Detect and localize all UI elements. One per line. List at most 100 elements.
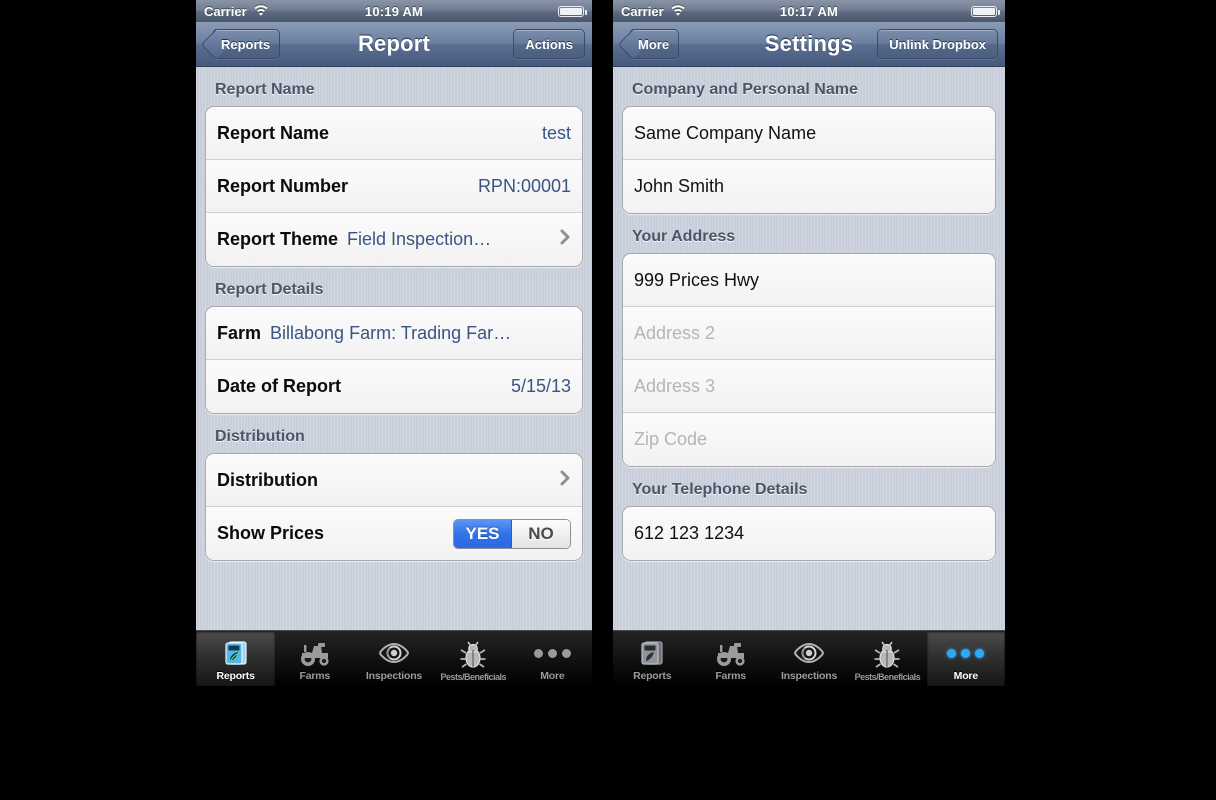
- table-row[interactable]: Address 2: [623, 307, 995, 360]
- tab-label: More: [953, 670, 978, 682]
- tab-reports[interactable]: Reports: [196, 631, 276, 686]
- table-row[interactable]: Farm Billabong Farm: Trading Far…: [206, 307, 582, 360]
- tab-farms[interactable]: Farms: [691, 631, 769, 686]
- table-row[interactable]: Date of Report 5/15/13: [206, 360, 582, 413]
- tab-pests-beneficials[interactable]: Pests/Beneficials: [848, 631, 926, 686]
- tab-more[interactable]: More: [926, 631, 1005, 686]
- nav-bar: Reports Report Actions: [196, 22, 592, 67]
- table-row[interactable]: John Smith: [623, 160, 995, 213]
- tab-farms[interactable]: Farms: [275, 631, 354, 686]
- tab-label: Reports: [216, 670, 255, 682]
- tractor-icon: [298, 638, 332, 668]
- text-field-placeholder[interactable]: Address 2: [634, 323, 715, 344]
- nav-action-label: Unlink Dropbox: [889, 36, 986, 52]
- table-row[interactable]: Report Number RPN:00001: [206, 160, 582, 213]
- table-row[interactable]: Distribution: [206, 454, 582, 507]
- tab-label: Inspections: [365, 670, 423, 682]
- tab-label: Reports: [633, 670, 672, 682]
- three-dots-icon: [533, 638, 571, 668]
- tab-label: Farms: [299, 670, 331, 682]
- table-row[interactable]: 999 Prices Hwy: [623, 254, 995, 307]
- text-field-placeholder[interactable]: Zip Code: [634, 429, 707, 450]
- nav-back-button[interactable]: More: [630, 29, 680, 59]
- table-group: Same Company Name John Smith: [622, 106, 996, 214]
- table-row[interactable]: Zip Code: [623, 413, 995, 466]
- table-group: Farm Billabong Farm: Trading Far… Date of …: [205, 306, 583, 414]
- tab-label: More: [540, 670, 565, 682]
- text-field-value[interactable]: 999 Prices Hwy: [634, 270, 759, 291]
- table-group: 999 Prices Hwy Address 2 Address 3 Zip Code: [622, 253, 996, 467]
- table-row[interactable]: 612 123 1234: [623, 507, 995, 560]
- chevron-right-icon: [560, 470, 571, 491]
- tab-pests-beneficials[interactable]: Pests/Beneficials: [434, 631, 513, 686]
- section-header: Company and Personal Name: [632, 81, 858, 98]
- row-label: Farm: [217, 322, 262, 343]
- tab-inspections[interactable]: Inspections: [354, 631, 433, 686]
- status-bar-right: [971, 5, 1000, 17]
- table-group: 612 123 1234: [622, 506, 996, 561]
- table-group: Report Name test Report Number RPN:00001 Rep…: [205, 106, 583, 267]
- table-row[interactable]: Same Company Name: [623, 107, 995, 160]
- table-row[interactable]: Report Theme Field Inspection…: [206, 213, 582, 266]
- section-header: Report Details: [215, 281, 324, 298]
- tab-more[interactable]: More: [513, 631, 592, 686]
- eye-icon: [377, 638, 411, 668]
- tab-reports[interactable]: Reports: [613, 631, 691, 686]
- row-value: 5/15/13: [510, 376, 571, 396]
- clock-label: 10:17 AM: [779, 3, 839, 19]
- segment-option-no[interactable]: NO: [512, 519, 570, 548]
- table-row[interactable]: Show Prices YES NO: [206, 507, 582, 560]
- bug-icon: [873, 640, 901, 670]
- table-group: Distribution Show Prices YES NO: [205, 453, 583, 561]
- screenshot-stage: Carrier 10:19 AM Reports Report Actions Repor…: [0, 0, 1216, 800]
- eye-icon: [792, 638, 826, 668]
- row-value: test: [541, 122, 571, 143]
- row-value: Field Inspection…: [347, 229, 492, 249]
- status-bar: Carrier 10:19 AM: [196, 0, 592, 22]
- table-row[interactable]: Report Name test: [206, 107, 582, 160]
- bug-icon: [459, 640, 487, 670]
- yes-no-segmented-control[interactable]: YES NO: [453, 518, 571, 549]
- section-header: Your Telephone Details: [632, 481, 808, 498]
- scroll-content[interactable]: Report Name Report Name test Report Number R…: [196, 67, 592, 630]
- section-header: Report Name: [215, 81, 315, 98]
- table-row[interactable]: Address 3: [623, 360, 995, 413]
- tab-label: Inspections: [780, 670, 838, 682]
- row-label: Report Theme: [217, 229, 339, 249]
- tab-label: Pests/Beneficials: [440, 672, 506, 682]
- clock-label: 10:19 AM: [364, 3, 424, 19]
- segment-option-yes[interactable]: YES: [454, 519, 512, 548]
- tab-inspections[interactable]: Inspections: [770, 631, 848, 686]
- battery-icon: [558, 5, 587, 17]
- row-label: Report Number: [217, 175, 349, 196]
- report-book-icon: [223, 638, 249, 668]
- row-label: Date of Report: [217, 376, 342, 396]
- tractor-icon: [714, 638, 748, 668]
- nav-action-button[interactable]: Unlink Dropbox: [877, 29, 998, 59]
- iphone-screen-report: Carrier 10:19 AM Reports Report Actions Repor…: [196, 0, 592, 686]
- battery-icon: [971, 5, 1000, 17]
- nav-back-label: Reports: [221, 36, 271, 52]
- text-field-value[interactable]: Same Company Name: [634, 123, 816, 144]
- tab-bar: Reports Farms Inspections Pests/Beneficials…: [196, 630, 592, 686]
- nav-action-label: Actions: [525, 36, 573, 52]
- row-value: RPN:00001: [477, 175, 571, 196]
- chevron-right-icon: [560, 229, 571, 250]
- text-field-value[interactable]: 612 123 1234: [634, 523, 744, 544]
- row-value: Billabong Farm: Trading Far…: [270, 322, 512, 343]
- nav-back-label: More: [638, 36, 670, 52]
- status-bar: Carrier 10:17 AM: [613, 0, 1005, 22]
- three-dots-icon: [947, 638, 985, 668]
- tab-label: Pests/Beneficials: [854, 672, 921, 682]
- nav-back-button[interactable]: Reports: [213, 29, 281, 59]
- row-label: Show Prices: [217, 523, 325, 543]
- row-label: Distribution: [217, 469, 318, 490]
- iphone-screen-settings: Carrier 10:17 AM More Settings Unlink Dropbo…: [613, 0, 1005, 686]
- text-field-placeholder[interactable]: Address 3: [634, 376, 715, 397]
- tab-label: Farms: [715, 670, 746, 682]
- text-field-value[interactable]: John Smith: [634, 176, 724, 197]
- nav-action-button[interactable]: Actions: [513, 29, 585, 59]
- status-bar-right: [558, 5, 587, 17]
- tab-bar: Reports Farms Inspections Pests/Beneficials…: [613, 630, 1005, 686]
- scroll-content[interactable]: Company and Personal Name Same Company Na…: [613, 67, 1005, 630]
